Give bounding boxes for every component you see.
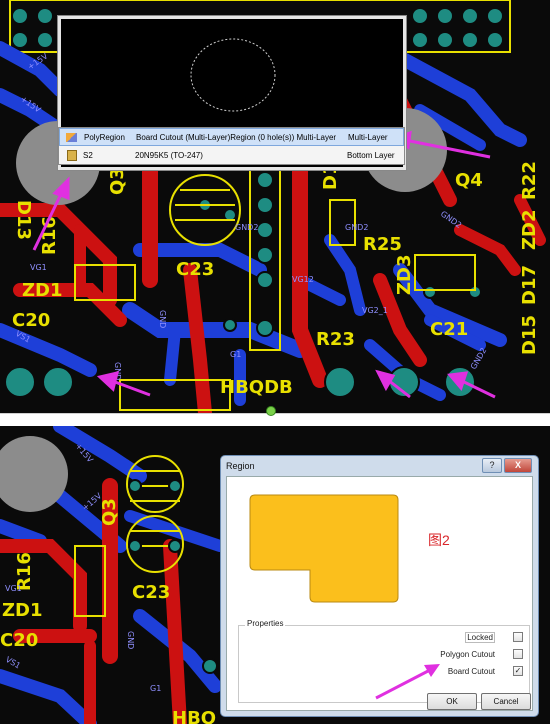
svg-text:D17: D17 [519, 265, 540, 305]
svg-text:D13: D13 [13, 200, 34, 240]
dialog-title-buttons: ? X [482, 458, 532, 473]
ok-button[interactable]: OK [427, 693, 477, 710]
region-outline-preview [190, 38, 276, 112]
svg-text:G1: G1 [230, 350, 241, 359]
object-layer: Bottom Layer [347, 150, 395, 160]
svg-text:C23: C23 [132, 582, 170, 603]
object-type: S2 [83, 150, 93, 160]
board-cutout-row: Board Cutout ✓ [448, 664, 523, 678]
help-button[interactable]: ? [482, 458, 502, 473]
svg-text:ZD3: ZD3 [394, 254, 415, 295]
svg-text:C21: C21 [430, 319, 468, 340]
screenshot-divider [0, 406, 550, 427]
svg-text:ZD2: ZD2 [519, 209, 540, 250]
svg-text:GND: GND [126, 631, 135, 649]
locked-checkbox[interactable] [513, 632, 523, 642]
object-description: Board Cutout (Multi-Layer)Region (0 hole… [136, 132, 337, 142]
object-list: PolyRegion Board Cutout (Multi-Layer)Reg… [58, 127, 405, 165]
region-dialog: Region ? X Properties Locked Polygon Cut… [220, 455, 539, 717]
svg-text:R23: R23 [316, 329, 355, 350]
object-description: 20N95K5 (TO-247) [135, 150, 203, 160]
region-icon [66, 132, 77, 142]
svg-text:R25: R25 [363, 234, 402, 255]
svg-text:HBQDB: HBQDB [220, 377, 293, 398]
svg-text:GND2: GND2 [235, 223, 258, 232]
svg-text:HBQ: HBQ [172, 708, 216, 724]
cancel-button[interactable]: Cancel [481, 693, 531, 710]
svg-text:Q3: Q3 [99, 498, 120, 526]
svg-text:GND2: GND2 [345, 223, 368, 232]
locked-row: Locked [465, 630, 523, 644]
object-type: PolyRegion [84, 132, 125, 142]
svg-text:VG2_1: VG2_1 [362, 306, 388, 315]
figure-label: 图2 [428, 532, 450, 548]
svg-text:VG1: VG1 [30, 263, 47, 272]
polygon-cutout-label: Polygon Cutout [440, 649, 495, 659]
dialog-title: Region [226, 461, 255, 471]
svg-text:VS1: VS1 [4, 655, 22, 671]
object-row-component[interactable]: S2 20N95K5 (TO-247) Bottom Layer [59, 146, 404, 164]
svg-text:ZD1: ZD1 [2, 600, 43, 621]
object-layer: Multi-Layer [348, 132, 388, 142]
svg-text:ZD1: ZD1 [22, 280, 63, 301]
board-cutout-checkbox[interactable]: ✓ [513, 666, 523, 676]
svg-text:Q3: Q3 [107, 167, 128, 195]
object-row-polyregion[interactable]: PolyRegion Board Cutout (Multi-Layer)Reg… [59, 128, 404, 146]
svg-text:Q4: Q4 [455, 170, 483, 191]
board-cutout-label: Board Cutout [447, 666, 495, 676]
pcb-canvas-top[interactable]: D13 Q3 R16 ZD1 C20 C23 D1 R25 Q4 R22 ZD2… [0, 0, 550, 413]
svg-text:GND: GND [158, 310, 167, 328]
locked-label: Locked [465, 631, 495, 643]
component-icon [67, 149, 77, 161]
svg-text:G1: G1 [150, 684, 161, 693]
svg-text:VG12: VG12 [292, 275, 314, 284]
close-button[interactable]: X [504, 458, 532, 473]
svg-text:C20: C20 [0, 630, 38, 651]
region-shape-preview [249, 494, 399, 603]
svg-text:VG1: VG1 [5, 584, 22, 593]
polygon-cutout-row: Polygon Cutout [440, 647, 523, 661]
dialog-body: Properties Locked Polygon Cutout Board C… [226, 476, 533, 711]
polygon-cutout-checkbox[interactable] [513, 649, 523, 659]
resize-handle[interactable] [266, 406, 276, 416]
svg-text:R22: R22 [519, 161, 540, 200]
svg-text:GND2: GND2 [469, 346, 489, 371]
svg-text:C20: C20 [12, 310, 50, 331]
properties-group: Properties Locked Polygon Cutout Board C… [238, 619, 530, 703]
pcb-canvas-bottom[interactable]: Q3 R16 ZD1 C20 C23 HBQ +15V +15V VG1 VS1… [0, 426, 550, 724]
svg-text:C23: C23 [176, 259, 214, 280]
properties-label: Properties [245, 619, 286, 628]
svg-text:GND2: GND2 [439, 209, 463, 230]
svg-text:D15: D15 [519, 315, 540, 355]
